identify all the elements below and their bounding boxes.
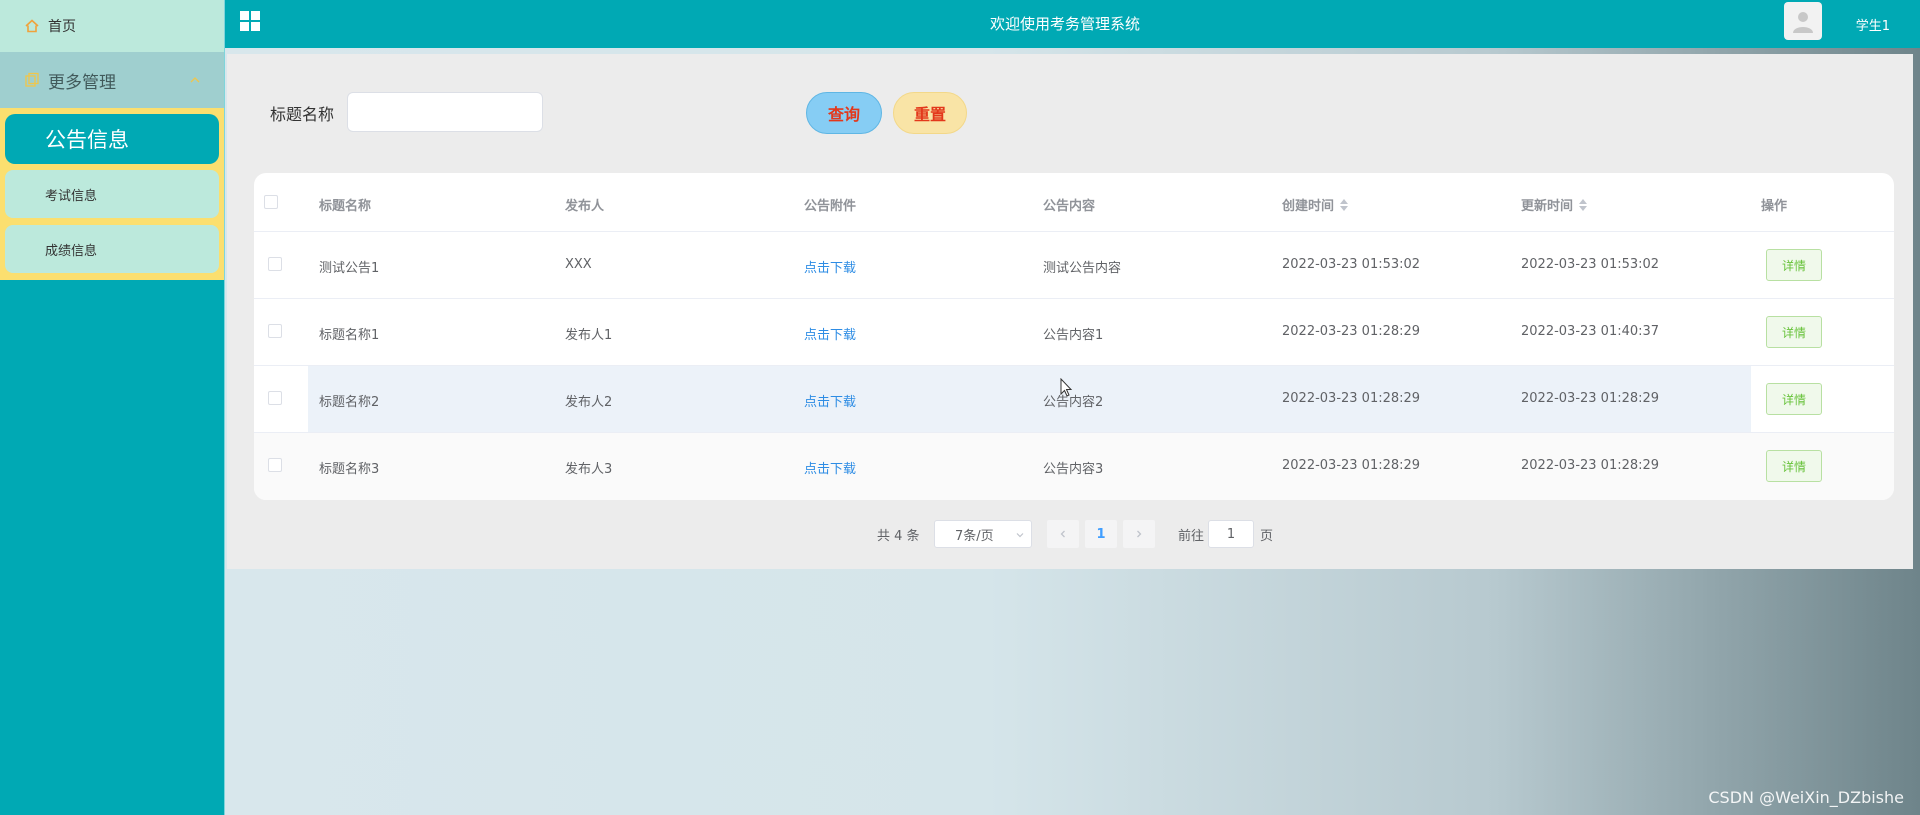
page-number-current[interactable]: 1 (1085, 520, 1117, 548)
table-row: 标题名称1 发布人1 点击下载 公告内容1 2022-03-23 01:28:2… (254, 299, 1894, 366)
column-header-updated-label: 更新时间 (1521, 199, 1574, 214)
table-row: 测试公告1 XXX 点击下载 测试公告内容 2022-03-23 01:53:0… (254, 232, 1894, 299)
column-header-attachment: 公告附件 (804, 199, 857, 214)
sidebar-item-home[interactable]: 首页 (0, 0, 224, 52)
sidebar-submenu-more[interactable]: 更多管理 (0, 52, 224, 108)
sidebar-item-label: 公告信息 (45, 128, 129, 152)
sidebar: 首页 更多管理 公告信息 考试信息 成绩信息 (0, 0, 225, 815)
cell-updated: 2022-03-23 01:40:37 (1521, 324, 1660, 339)
sidebar-item-home-label: 首页 (48, 19, 76, 35)
download-link[interactable]: 点击下载 (804, 324, 856, 343)
top-header: 欢迎使用考务管理系统 学生1 (225, 0, 1920, 48)
cell-content: 测试公告内容 (1043, 261, 1122, 276)
page-size-value: 7条/页 (955, 528, 994, 544)
sidebar-submenu-more-label: 更多管理 (48, 72, 116, 93)
download-link[interactable]: 点击下载 (804, 257, 856, 276)
goto-page-input[interactable] (1208, 520, 1254, 548)
chevron-right-icon (1137, 530, 1142, 538)
cell-publisher: 发布人3 (565, 462, 613, 477)
sidebar-item-exam[interactable]: 考试信息 (5, 170, 219, 218)
sidebar-submenu-list: 公告信息 考试信息 成绩信息 (0, 108, 224, 280)
sidebar-item-score[interactable]: 成绩信息 (5, 225, 219, 273)
title-search-input[interactable] (347, 92, 543, 132)
user-avatar-icon[interactable] (1784, 2, 1822, 40)
row-checkbox[interactable] (268, 391, 282, 405)
table-row: 标题名称3 发布人3 点击下载 公告内容3 2022-03-23 01:28:2… (254, 433, 1894, 500)
sidebar-item-label: 考试信息 (45, 188, 98, 204)
table-header: 标题名称 发布人 公告附件 公告内容 创建时间 更新时间 操作 (254, 173, 1894, 232)
copy-icon (24, 72, 40, 88)
cell-publisher: 发布人1 (565, 328, 613, 343)
cell-created: 2022-03-23 01:28:29 (1282, 391, 1421, 406)
detail-button[interactable]: 详情 (1766, 249, 1822, 281)
cell-title: 标题名称3 (319, 462, 380, 477)
sort-icon[interactable] (1579, 198, 1588, 211)
download-link[interactable]: 点击下载 (804, 391, 856, 410)
column-header-action: 操作 (1761, 199, 1788, 214)
chevron-down-icon (1015, 529, 1025, 539)
cell-title: 标题名称1 (319, 328, 380, 343)
column-header-content: 公告内容 (1043, 199, 1096, 214)
cell-title: 测试公告1 (319, 261, 380, 276)
cell-content: 公告内容3 (1043, 462, 1104, 477)
sidebar-item-label: 成绩信息 (45, 243, 98, 259)
detail-button[interactable]: 详情 (1766, 450, 1822, 482)
prev-page-button[interactable] (1047, 520, 1079, 548)
next-page-button[interactable] (1123, 520, 1155, 548)
detail-button[interactable]: 详情 (1766, 383, 1822, 415)
cell-content: 公告内容1 (1043, 328, 1104, 343)
column-header-publisher: 发布人 (565, 199, 605, 214)
select-all-checkbox[interactable] (264, 195, 278, 209)
cell-created: 2022-03-23 01:53:02 (1282, 257, 1421, 272)
row-checkbox[interactable] (268, 257, 282, 271)
row-checkbox[interactable] (268, 324, 282, 338)
watermark: CSDN @WeiXin_DZbishe (1708, 788, 1904, 807)
cell-publisher: XXX (565, 257, 592, 272)
sidebar-item-notice[interactable]: 公告信息 (5, 114, 219, 164)
reset-button[interactable]: 重置 (893, 92, 967, 134)
sort-icon[interactable] (1340, 198, 1349, 211)
user-name[interactable]: 学生1 (1856, 15, 1890, 34)
row-checkbox[interactable] (268, 458, 282, 472)
notice-table: 标题名称 发布人 公告附件 公告内容 创建时间 更新时间 操作 测试公告1 XX… (254, 173, 1894, 500)
search-label: 标题名称 (270, 105, 335, 124)
home-icon (24, 18, 40, 34)
cell-updated: 2022-03-23 01:28:29 (1521, 391, 1660, 406)
download-link[interactable]: 点击下载 (804, 458, 856, 477)
column-header-created[interactable]: 创建时间 (1282, 195, 1349, 214)
cell-updated: 2022-03-23 01:53:02 (1521, 257, 1660, 272)
page-size-select[interactable]: 7条/页 (934, 520, 1032, 548)
mouse-cursor-icon (1060, 377, 1074, 398)
pagination-total: 共 4 条 (877, 529, 920, 544)
column-header-created-label: 创建时间 (1282, 199, 1335, 214)
cell-created: 2022-03-23 01:28:29 (1282, 458, 1421, 473)
query-button[interactable]: 查询 (806, 92, 882, 134)
cell-updated: 2022-03-23 01:28:29 (1521, 458, 1660, 473)
pagination-page-label: 页 (1260, 529, 1274, 544)
cell-created: 2022-03-23 01:28:29 (1282, 324, 1421, 339)
pagination-goto-label: 前往 (1178, 529, 1205, 544)
column-header-title: 标题名称 (319, 199, 372, 214)
cell-publisher: 发布人2 (565, 395, 613, 410)
chevron-left-icon (1060, 530, 1065, 538)
column-header-updated[interactable]: 更新时间 (1521, 195, 1588, 214)
detail-button[interactable]: 详情 (1766, 316, 1822, 348)
page-title: 欢迎使用考务管理系统 (989, 15, 1140, 33)
cell-title: 标题名称2 (319, 395, 380, 410)
chevron-up-icon (188, 72, 202, 86)
table-row: 标题名称2 发布人2 点击下载 公告内容2 2022-03-23 01:28:2… (254, 366, 1894, 433)
